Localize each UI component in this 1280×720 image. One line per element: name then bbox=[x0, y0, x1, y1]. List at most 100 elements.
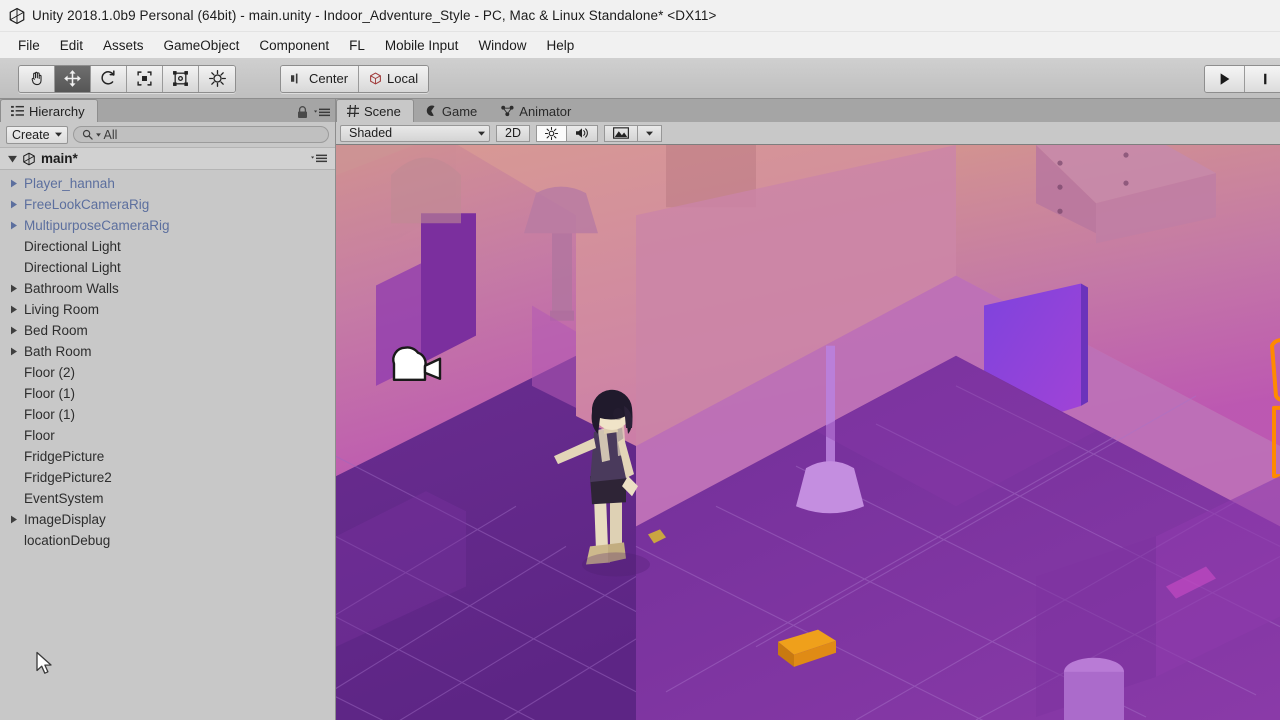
hierarchy-toolbar: Create All bbox=[0, 122, 335, 147]
pivot-toggles-group: Center Local bbox=[280, 64, 430, 93]
tab-animator[interactable]: Animator bbox=[490, 99, 584, 122]
move-tool-button[interactable] bbox=[55, 65, 91, 92]
effects-dropdown-button[interactable] bbox=[636, 124, 662, 142]
hierarchy-item[interactable]: Floor (2) bbox=[0, 362, 335, 383]
hierarchy-item-label: EventSystem bbox=[24, 491, 104, 506]
sun-icon bbox=[544, 126, 558, 140]
hierarchy-item[interactable]: Bathroom Walls bbox=[0, 278, 335, 299]
hierarchy-item[interactable]: EventSystem bbox=[0, 488, 335, 509]
transform-tools-group bbox=[18, 64, 236, 93]
triangle-collapsed-icon[interactable] bbox=[10, 200, 22, 209]
playback-controls bbox=[1204, 64, 1280, 93]
hierarchy-scene-root-row[interactable]: main* bbox=[0, 147, 335, 170]
rect-tool-button[interactable] bbox=[163, 65, 199, 92]
hierarchy-item-label: Bed Room bbox=[24, 323, 88, 338]
hierarchy-item-label: Bathroom Walls bbox=[24, 281, 119, 296]
two-d-toggle[interactable]: 2D bbox=[496, 124, 530, 142]
lighting-toggle-button[interactable] bbox=[535, 124, 566, 142]
hierarchy-item-label: Floor bbox=[24, 428, 55, 443]
hierarchy-list: Player_hannah FreeLookCameraRig Multipurpo… bbox=[0, 170, 335, 720]
transform-tool-button[interactable] bbox=[199, 65, 235, 92]
effects-toggle-button[interactable] bbox=[603, 124, 637, 142]
hierarchy-panel: Hierarchy Create All main* Player_hannah… bbox=[0, 99, 336, 720]
rect-transform-icon bbox=[173, 71, 188, 86]
hierarchy-item[interactable]: Floor (1) bbox=[0, 383, 335, 404]
hamburger-menu-icon[interactable] bbox=[311, 153, 327, 164]
pivot-rotation-button[interactable]: Local bbox=[359, 65, 429, 92]
menu-assets[interactable]: Assets bbox=[93, 36, 154, 55]
hierarchy-item[interactable]: ImageDisplay bbox=[0, 509, 335, 530]
menu-help[interactable]: Help bbox=[536, 36, 584, 55]
hierarchy-item[interactable]: Bath Room bbox=[0, 341, 335, 362]
hand-tool-button[interactable] bbox=[19, 65, 55, 92]
menu-component[interactable]: Component bbox=[249, 36, 339, 55]
transform-icon bbox=[208, 70, 226, 87]
menu-mobile-input[interactable]: Mobile Input bbox=[375, 36, 469, 55]
create-button[interactable]: Create bbox=[6, 125, 68, 144]
search-icon bbox=[82, 129, 93, 140]
triangle-collapsed-icon[interactable] bbox=[10, 347, 22, 356]
hierarchy-item[interactable]: FridgePicture2 bbox=[0, 467, 335, 488]
hierarchy-item[interactable]: locationDebug bbox=[0, 530, 335, 551]
menu-gameobject[interactable]: GameObject bbox=[154, 36, 250, 55]
triangle-collapsed-icon[interactable] bbox=[10, 179, 22, 188]
rotate-tool-button[interactable] bbox=[91, 65, 127, 92]
hierarchy-item[interactable]: Floor bbox=[0, 425, 335, 446]
scene-view-effect-toggles bbox=[535, 124, 598, 142]
move-arrows-icon bbox=[64, 70, 81, 87]
hierarchy-item[interactable]: FridgePicture bbox=[0, 446, 335, 467]
triangle-collapsed-icon[interactable] bbox=[10, 305, 22, 314]
triangle-collapsed-icon[interactable] bbox=[10, 326, 22, 335]
menu-bar: File Edit Assets GameObject Component FL… bbox=[0, 32, 1280, 59]
tab-hierarchy-label: Hierarchy bbox=[29, 103, 85, 119]
hierarchy-item-label: Bath Room bbox=[24, 344, 92, 359]
rotate-icon bbox=[101, 70, 115, 85]
scene-view-toggles: 2D bbox=[496, 124, 530, 142]
pivot-mode-button[interactable]: Center bbox=[281, 65, 360, 92]
play-button[interactable] bbox=[1205, 65, 1245, 92]
local-space-icon bbox=[370, 72, 381, 85]
scene-render bbox=[336, 145, 1280, 720]
scale-icon bbox=[137, 71, 152, 86]
triangle-collapsed-icon[interactable] bbox=[10, 284, 22, 293]
hierarchy-scene-name: main* bbox=[41, 151, 78, 166]
hierarchy-item[interactable]: FreeLookCameraRig bbox=[0, 194, 335, 215]
create-button-label: Create bbox=[12, 127, 50, 142]
hierarchy-item[interactable]: Floor (1) bbox=[0, 404, 335, 425]
hierarchy-item[interactable]: MultipurposeCameraRig bbox=[0, 215, 335, 236]
tab-game[interactable]: Game bbox=[414, 99, 490, 122]
menu-window[interactable]: Window bbox=[468, 36, 536, 55]
tab-scene[interactable]: Scene bbox=[336, 99, 414, 122]
menu-edit[interactable]: Edit bbox=[50, 36, 93, 55]
draw-mode-dropdown[interactable]: Shaded bbox=[340, 124, 490, 142]
tab-hierarchy[interactable]: Hierarchy bbox=[0, 99, 98, 122]
hamburger-menu-icon[interactable] bbox=[314, 107, 330, 118]
draw-mode-label: Shaded bbox=[349, 126, 393, 140]
center-pivot-icon bbox=[291, 73, 298, 84]
play-icon bbox=[1220, 72, 1229, 85]
menu-file[interactable]: File bbox=[8, 36, 50, 55]
audio-toggle-button[interactable] bbox=[565, 124, 598, 142]
hierarchy-item[interactable]: Bed Room bbox=[0, 320, 335, 341]
hierarchy-item[interactable]: Living Room bbox=[0, 299, 335, 320]
hierarchy-search-input[interactable]: All bbox=[72, 126, 329, 143]
scene-viewport[interactable] bbox=[336, 145, 1280, 720]
hierarchy-item-label: FridgePicture bbox=[24, 449, 105, 464]
hierarchy-item-label: MultipurposeCameraRig bbox=[24, 218, 170, 233]
menu-fl[interactable]: FL bbox=[339, 36, 375, 55]
hierarchy-icon bbox=[11, 105, 24, 117]
triangle-expanded-icon[interactable] bbox=[8, 155, 17, 163]
hierarchy-item[interactable]: Player_hannah bbox=[0, 173, 335, 194]
hierarchy-item-label: FridgePicture2 bbox=[24, 470, 112, 485]
scale-tool-button[interactable] bbox=[127, 65, 163, 92]
hierarchy-search-value: All bbox=[103, 127, 118, 142]
hierarchy-item[interactable]: Directional Light bbox=[0, 257, 335, 278]
chevron-down-icon bbox=[478, 131, 485, 136]
lock-icon[interactable] bbox=[297, 106, 308, 119]
pause-button[interactable] bbox=[1245, 65, 1280, 92]
tab-scene-label: Scene bbox=[364, 103, 401, 119]
triangle-collapsed-icon[interactable] bbox=[10, 515, 22, 524]
hierarchy-item[interactable]: Directional Light bbox=[0, 236, 335, 257]
hierarchy-row-menu[interactable] bbox=[311, 153, 327, 164]
triangle-collapsed-icon[interactable] bbox=[10, 221, 22, 230]
